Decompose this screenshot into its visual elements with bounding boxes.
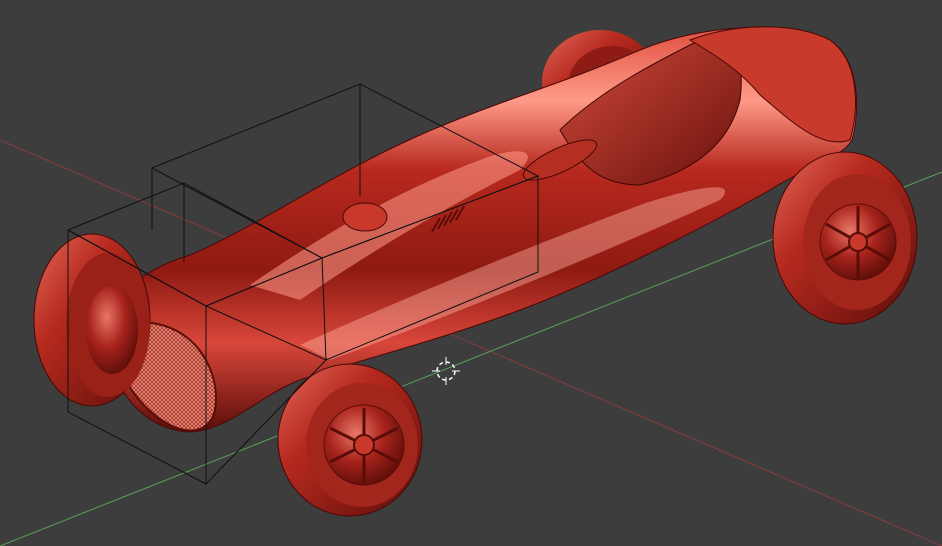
car-body[interactable] (108, 27, 857, 433)
viewport-canvas[interactable] (0, 0, 942, 546)
race-car-model[interactable] (108, 26, 857, 433)
3d-cursor-icon[interactable] (432, 357, 460, 385)
wheel-rear-left[interactable] (772, 151, 918, 325)
3d-viewport[interactable] (0, 0, 942, 546)
hood-scoop (342, 202, 388, 232)
wheel-front-right[interactable] (33, 233, 151, 407)
